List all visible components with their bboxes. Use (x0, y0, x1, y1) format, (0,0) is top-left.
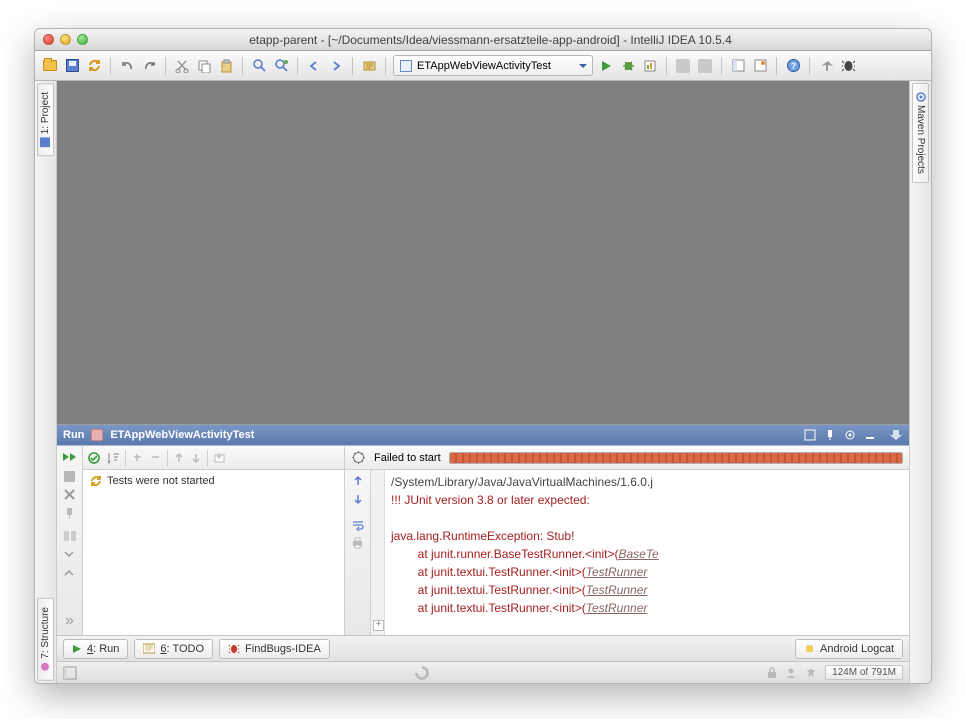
test-tree-toolbar (83, 446, 344, 470)
window-title: etapp-parent - [~/Documents/Idea/viessma… (58, 33, 923, 47)
console-gutter (345, 470, 371, 635)
paste-icon[interactable] (217, 57, 235, 75)
run-tab-button[interactable]: 4: Run (63, 639, 128, 659)
scroll-down-icon[interactable] (352, 493, 364, 505)
test-tree-root[interactable]: Tests were not started (89, 474, 338, 488)
restore-layout-icon[interactable] (803, 428, 817, 442)
run-icon[interactable] (597, 57, 615, 75)
lock-icon[interactable] (767, 667, 777, 679)
console-pane: Failed to start /System/Library/Java/Jav… (345, 446, 909, 635)
run-action-column: » (57, 446, 83, 635)
hide-toolwindows-icon[interactable] (817, 57, 835, 75)
titlebar: etapp-parent - [~/Documents/Idea/viessma… (35, 29, 931, 51)
console-output[interactable]: /System/Library/Java/JavaVirtualMachines… (385, 470, 909, 635)
tree-expand-icon[interactable] (131, 451, 144, 464)
console-fold-gutter[interactable] (371, 470, 385, 635)
bottom-toolwindow-bar: 4: Run 6: TODO FindBugs-IDEA Android Log… (57, 635, 909, 661)
run-header-label: Run (63, 429, 84, 441)
run-config-name: ETAppWebViewActivityTest (417, 60, 551, 72)
status-bar: 124M of 791M (57, 661, 909, 683)
rerun-icon[interactable] (62, 451, 77, 465)
structure-tool-tab[interactable]: 7: Structure (37, 598, 54, 681)
run-configuration-combo[interactable]: ETAppWebViewActivityTest (393, 55, 593, 76)
prev-fail-icon[interactable] (173, 452, 185, 464)
back-icon[interactable] (305, 57, 323, 75)
tree-collapse-icon[interactable] (149, 451, 162, 464)
close-run-icon[interactable] (63, 488, 76, 501)
ide-body: 1: Project 7: Structure Run ETAppWebView… (35, 81, 931, 683)
hide-toolwindow-icon[interactable] (889, 428, 903, 442)
notifications-icon[interactable] (805, 667, 817, 679)
forward-icon[interactable] (327, 57, 345, 75)
pin-run-icon[interactable] (63, 507, 76, 520)
cut-icon[interactable] (173, 57, 191, 75)
test-tree[interactable]: Tests were not started (83, 470, 344, 635)
more-icon[interactable]: » (65, 612, 74, 630)
test-status-text: Failed to start (374, 452, 441, 464)
settings-gear-icon[interactable] (351, 450, 366, 465)
project-structure-icon[interactable] (729, 57, 747, 75)
sort-icon[interactable] (106, 451, 120, 465)
filter-passed-icon[interactable] (87, 451, 101, 465)
findbugs-icon[interactable] (839, 57, 857, 75)
center-pane: Run ETAppWebViewActivityTest (57, 81, 909, 683)
layout-icon[interactable] (63, 530, 77, 542)
coverage-icon[interactable] (641, 57, 659, 75)
svg-text:?: ? (790, 61, 796, 71)
pin-icon[interactable] (823, 428, 837, 442)
findbugs-tab-button[interactable]: FindBugs-IDEA (219, 639, 330, 659)
scroll-up-icon[interactable] (352, 475, 364, 487)
test-status-bar: Failed to start (345, 446, 909, 470)
todo-tab-button[interactable]: 6: TODO (134, 639, 213, 659)
android-logcat-tab-button[interactable]: Android Logcat (795, 639, 903, 659)
run-toolwindow-body: » (57, 445, 909, 635)
hide-windows-icon[interactable] (63, 666, 77, 680)
undo-icon[interactable] (118, 57, 136, 75)
memory-indicator[interactable]: 124M of 791M (825, 665, 903, 680)
run-toolwindow-header[interactable]: Run ETAppWebViewActivityTest (57, 425, 909, 445)
minimize-toolwindow-icon[interactable] (863, 428, 877, 442)
soft-wrap-icon[interactable] (351, 519, 365, 531)
test-progress-bar (449, 452, 903, 464)
find-icon[interactable] (250, 57, 268, 75)
copy-icon[interactable] (195, 57, 213, 75)
redo-icon[interactable] (140, 57, 158, 75)
save-icon[interactable] (63, 57, 81, 75)
ide-window: etapp-parent - [~/Documents/Idea/viessma… (34, 28, 932, 684)
tree-message: Tests were not started (107, 475, 215, 487)
sync-icon[interactable] (85, 57, 103, 75)
close-icon[interactable] (43, 34, 54, 45)
background-tasks-spinner[interactable] (415, 666, 429, 680)
test-tree-pane: Tests were not started (83, 446, 345, 635)
main-toolbar: ETAppWebViewActivityTest ? (35, 51, 931, 81)
maven-tool-tab[interactable]: Maven Projects (912, 83, 929, 183)
project-tool-tab[interactable]: 1: Project (37, 83, 54, 156)
tool1-icon[interactable] (674, 57, 692, 75)
junit-icon (400, 60, 412, 72)
left-gutter: 1: Project 7: Structure (35, 81, 57, 683)
hector-icon[interactable] (785, 667, 797, 679)
editor-empty-area (57, 81, 909, 425)
settings-icon[interactable] (751, 57, 769, 75)
open-icon[interactable] (41, 57, 59, 75)
export-icon[interactable] (213, 451, 226, 464)
make-icon[interactable] (360, 57, 378, 75)
junit-tab-icon (90, 428, 104, 442)
help-icon[interactable]: ? (784, 57, 802, 75)
expand-all-icon[interactable] (63, 548, 76, 561)
print-icon[interactable] (351, 537, 364, 549)
next-fail-icon[interactable] (190, 452, 202, 464)
collapse-all-icon[interactable] (63, 567, 76, 580)
debug-icon[interactable] (619, 57, 637, 75)
gear-icon[interactable] (843, 428, 857, 442)
stop-icon[interactable] (64, 471, 75, 482)
tool2-icon[interactable] (696, 57, 714, 75)
replace-icon[interactable] (272, 57, 290, 75)
right-gutter: Maven Projects (909, 81, 931, 683)
run-tab-name: ETAppWebViewActivityTest (110, 429, 254, 441)
sync-icon (89, 474, 103, 488)
